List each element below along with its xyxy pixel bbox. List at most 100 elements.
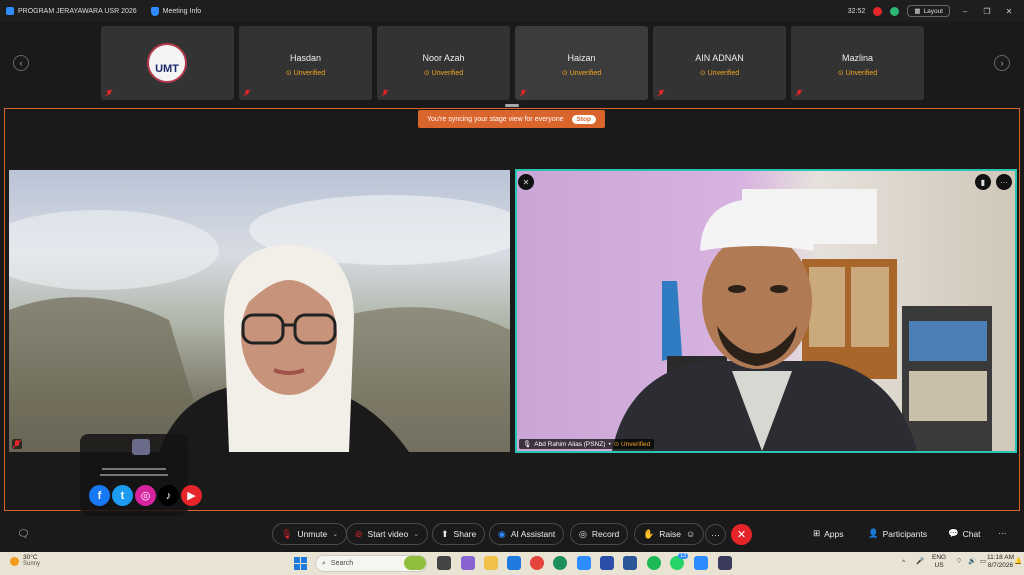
clock[interactable]: 11:18 AM 8/7/2026 (987, 554, 1014, 570)
share-button[interactable]: ⬆ Share (432, 523, 486, 545)
chat-button[interactable]: 💬 Chat (948, 528, 981, 539)
battery-icon[interactable]: ▭ (980, 558, 986, 566)
more-options-button[interactable]: ··· (705, 524, 726, 545)
meeting-info-label: Meeting Info (162, 7, 202, 15)
muted-mic-icon (12, 439, 22, 449)
meeting-window: PROGRAM JERAYAWARA USR 2026 Meeting Info… (0, 0, 1024, 575)
overlay-text-line (100, 474, 168, 476)
participant-video-left[interactable] (9, 170, 510, 452)
sync-banner-text: You're syncing your stage view for every… (427, 115, 564, 123)
social-icons-row: f t ◎ ♪ ▶ (89, 485, 202, 506)
organization-logo (132, 439, 150, 455)
app-icon[interactable] (600, 556, 614, 570)
meeting-title: PROGRAM JERAYAWARA USR 2026 (18, 7, 137, 15)
search-icon: ⌕ (322, 559, 326, 567)
unverified-badge: ⊙ Unverified (561, 70, 602, 77)
participant-name: Abd Rahim Alias (PSNZ) (534, 440, 606, 448)
participant-name: Mazlina (841, 53, 873, 63)
participant-tile-logo[interactable]: UMT (101, 26, 234, 100)
weather-widget[interactable]: 30°C Sunny (10, 554, 40, 568)
spotify-icon[interactable] (647, 556, 661, 570)
language-indicator[interactable]: ENG US (932, 554, 946, 570)
pin-icon[interactable]: ✕ (518, 174, 534, 190)
word-icon[interactable] (623, 556, 637, 570)
ai-assistant-button[interactable]: ◉ AI Assistant (489, 523, 565, 545)
tray-mic-icon[interactable]: 🎤 (916, 558, 924, 566)
audio-level-icon[interactable]: ▮ (975, 174, 991, 190)
maximize-button[interactable]: ❐ (980, 7, 994, 16)
notification-icon[interactable]: 🔔 (1014, 558, 1022, 566)
windows-start-button[interactable] (294, 557, 307, 570)
ai-assistant-icon: ◉ (498, 528, 506, 539)
end-call-button[interactable]: ✕ (731, 524, 752, 545)
unverified-badge: ⊙ Unverified (423, 70, 464, 77)
participant-tile[interactable]: AIN ADNAN ⊙ Unverified (653, 26, 786, 100)
layout-button[interactable]: ▦ Layout (907, 5, 950, 17)
recording-indicator-icon[interactable] (873, 6, 883, 16)
task-view-icon[interactable] (437, 556, 451, 570)
record-button[interactable]: ◎ Record (570, 523, 629, 545)
youtube-icon: ▶ (181, 485, 202, 506)
security-status-icon[interactable] (890, 6, 900, 16)
participant-tile[interactable]: Mazlina ⊙ Unverified (791, 26, 924, 100)
gallery-prev-button[interactable]: ‹ (13, 55, 29, 71)
muted-mic-icon (105, 89, 113, 97)
close-icon: ✕ (736, 529, 747, 541)
unverified-badge: ⊙ Unverified (613, 441, 651, 448)
unverified-badge: ⊙ Unverified (699, 70, 740, 77)
chevron-down-icon[interactable]: ⌄ (332, 530, 338, 538)
stop-sync-button[interactable]: Stop (571, 114, 596, 124)
raise-hand-button[interactable]: ✋ Raise ☺ (634, 523, 705, 545)
zoom-app-icon[interactable] (577, 556, 591, 570)
unverified-badge: ⊙ Unverified (837, 70, 878, 77)
layout-grid-icon: ▦ (914, 8, 921, 15)
resize-handle[interactable] (505, 104, 519, 107)
muted-mic-icon: 🎙 (281, 528, 293, 539)
video-feed-woman (9, 195, 510, 452)
toolbar-more-button[interactable]: ··· (998, 528, 1007, 538)
edge-icon[interactable] (553, 556, 567, 570)
app-icon[interactable] (718, 556, 732, 570)
chevron-down-icon[interactable]: ⌄ (413, 530, 419, 538)
chevron-up-icon[interactable]: ^ (902, 559, 905, 567)
file-explorer-icon[interactable] (484, 556, 498, 570)
unmute-button[interactable]: 🎙 Unmute ⌄ (272, 523, 348, 545)
reactions-toolbar-icon[interactable]: 🗨 (17, 529, 30, 540)
wifi-icon[interactable]: ⌔ (956, 558, 962, 566)
minimize-button[interactable]: – (958, 7, 972, 16)
participant-video-right[interactable] (515, 169, 1017, 453)
participant-tile[interactable]: Noor Azah ⊙ Unverified (377, 26, 510, 100)
video-feed-man (612, 189, 992, 451)
muted-mic-icon (243, 89, 251, 97)
sun-icon (10, 556, 19, 566)
meeting-info-button[interactable]: Meeting Info (150, 6, 202, 16)
sync-stage-banner: You're syncing your stage view for every… (418, 110, 605, 128)
app-title: PROGRAM JERAYAWARA USR 2026 (6, 7, 137, 15)
volume-icon[interactable]: 🔊 (968, 558, 976, 566)
zoom-taskbar-icon[interactable] (694, 556, 708, 570)
unverified-badge: ⊙ Unverified (285, 70, 326, 77)
emoji-reaction-icon[interactable]: ☺ (686, 529, 695, 539)
clock-date: 8/7/2026 (987, 562, 1014, 569)
weather-temp: 30°C (23, 554, 38, 561)
participant-name: Haizan (567, 53, 596, 63)
participant-name-tag: 🎙 Abd Rahim Alias (PSNZ) • ⊙ Unverified (519, 439, 655, 449)
meeting-timer: 32:52 (847, 7, 866, 15)
tiktok-icon: ♪ (158, 485, 179, 506)
mail-icon[interactable] (507, 556, 521, 570)
start-video-button[interactable]: ⊘ Start video ⌄ (346, 523, 429, 545)
app-icon[interactable] (461, 556, 475, 570)
video-options-button[interactable]: ··· (996, 174, 1012, 190)
apps-button[interactable]: ⊞ Apps (813, 528, 844, 539)
widget-icon[interactable] (404, 556, 426, 570)
participant-tile[interactable]: Hasdan ⊙ Unverified (239, 26, 372, 100)
participants-button[interactable]: 👤 Participants (868, 528, 927, 539)
gallery-next-button[interactable]: › (994, 55, 1010, 71)
title-bar-right: 32:52 ▦ Layout – ❐ ✕ (848, 0, 1016, 22)
social-media-overlay: f t ◎ ♪ ▶ (80, 434, 202, 516)
chrome-icon[interactable] (530, 556, 544, 570)
close-window-button[interactable]: ✕ (1002, 7, 1016, 16)
shield-icon (150, 6, 159, 16)
participant-tile[interactable]: Haizan ⊙ Unverified (515, 26, 648, 100)
title-bar: PROGRAM JERAYAWARA USR 2026 Meeting Info… (0, 0, 1024, 22)
